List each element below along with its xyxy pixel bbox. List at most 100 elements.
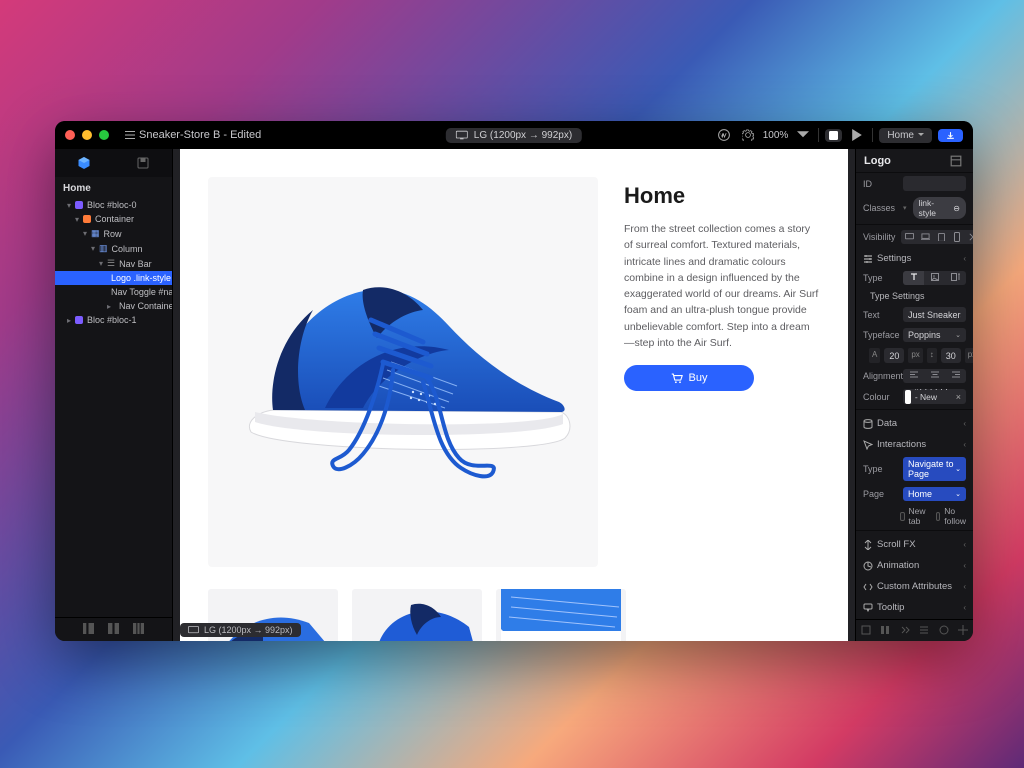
titlebar: Sneaker-Store B - Edited LG (1200px → 99… <box>55 121 973 149</box>
visibility-desktop-icon[interactable] <box>902 231 916 243</box>
interaction-type-dropdown[interactable]: Navigate to Page⌄ <box>903 457 966 481</box>
logo-text-input[interactable] <box>903 307 966 322</box>
monitor-icon <box>188 626 199 634</box>
assets-tab-icon[interactable] <box>134 154 152 172</box>
tree-section-label: Home <box>55 177 172 198</box>
minimize-window-button[interactable] <box>82 130 92 140</box>
animation-section[interactable]: Animation ‹ <box>856 554 973 575</box>
visibility-label: Visibility <box>863 232 895 242</box>
tree-container[interactable]: ▾Container <box>55 212 172 226</box>
tree-bloc-1[interactable]: ▸Bloc #bloc-1 <box>55 313 172 327</box>
cart-icon <box>671 373 683 384</box>
page-canvas[interactable]: Home From the street collection comes a … <box>180 149 848 641</box>
clear-colour-icon[interactable]: × <box>951 392 966 402</box>
preview-toggle[interactable] <box>825 129 842 142</box>
interaction-page-dropdown[interactable]: Home⌄ <box>903 487 966 501</box>
id-input[interactable] <box>903 176 966 191</box>
close-window-button[interactable] <box>65 130 75 140</box>
font-size-input[interactable] <box>884 348 904 363</box>
play-icon[interactable] <box>848 126 866 144</box>
visibility-mobile-icon[interactable] <box>950 231 964 243</box>
page-dropdown[interactable]: Home <box>879 128 932 143</box>
layout-icon-3[interactable] <box>133 623 144 637</box>
footer-icon-3[interactable] <box>900 625 910 637</box>
interaction-page-label: Page <box>863 489 897 499</box>
type-segmented <box>903 271 966 285</box>
tree-navbar[interactable]: ▾☰Nav Bar <box>55 256 172 271</box>
tree-row-item[interactable]: ▾▦Row <box>55 226 172 241</box>
footer-icon-4[interactable] <box>919 625 929 637</box>
newtab-checkbox[interactable] <box>900 512 905 521</box>
thumbnail-2[interactable] <box>352 589 482 641</box>
layout-icon-1[interactable] <box>83 623 94 637</box>
product-body-text: From the street collection comes a story… <box>624 221 820 351</box>
align-right-option[interactable] <box>945 369 966 383</box>
product-description: Home From the street collection comes a … <box>624 177 820 567</box>
footer-icon-5[interactable] <box>939 625 949 637</box>
code-icon <box>863 582 873 592</box>
footer-icon-1[interactable] <box>861 625 871 637</box>
product-main-image[interactable] <box>208 177 598 567</box>
tree-column[interactable]: ▾▥Column <box>55 241 172 256</box>
type-both-option[interactable] <box>945 271 966 285</box>
type-text-option[interactable] <box>903 271 924 285</box>
visibility-laptop-icon[interactable] <box>918 231 932 243</box>
visibility-tablet-icon[interactable] <box>934 231 948 243</box>
tree-nav-container[interactable]: ▸Nav Container <box>55 299 172 313</box>
visibility-hidden-icon[interactable] <box>966 231 973 243</box>
hamburger-icon[interactable] <box>121 126 139 144</box>
tree-nav-toggle[interactable]: Nav Toggle #nav-toggle <box>55 285 172 299</box>
class-chip[interactable]: link-style⊖ <box>913 197 966 219</box>
app-window: Sneaker-Store B - Edited LG (1200px → 99… <box>55 121 973 641</box>
canvas-area: Home From the street collection comes a … <box>173 149 855 641</box>
window-controls <box>65 130 109 140</box>
scrollfx-section[interactable]: Scroll FX ‹ <box>856 533 973 554</box>
font-size-icon: A <box>869 348 880 363</box>
breakpoint-selector[interactable]: LG (1200px → 992px) <box>446 128 582 143</box>
data-section[interactable]: Data ‹ <box>856 412 973 433</box>
line-height-input[interactable] <box>941 348 961 363</box>
line-height-icon: ↕ <box>927 348 937 363</box>
chevron-down-icon[interactable]: ▾ <box>903 204 907 212</box>
tree-logo[interactable]: Logo .link-style <box>55 271 172 285</box>
layout-icon-2[interactable] <box>108 623 119 637</box>
zoom-label[interactable]: 100% <box>763 130 789 141</box>
layers-panel: Home ▾Bloc #bloc-0 ▾Container ▾▦Row ▾▥Co… <box>55 149 173 641</box>
typeface-label: Typeface <box>863 330 897 340</box>
align-left-option[interactable] <box>903 369 924 383</box>
line-height-unit[interactable]: px <box>965 348 973 363</box>
interactions-section[interactable]: Interactions ‹ <box>856 433 973 454</box>
chevron-left-icon: ‹ <box>963 440 966 449</box>
maximize-window-button[interactable] <box>99 130 109 140</box>
tooltip-section[interactable]: Tooltip ‹ <box>856 596 973 617</box>
typeface-dropdown[interactable]: Poppins⌄ <box>903 328 966 342</box>
titlebar-right: 100% Home <box>715 126 963 144</box>
thumbnail-3[interactable] <box>496 589 626 641</box>
type-image-option[interactable] <box>924 271 945 285</box>
inspector-menu-icon[interactable] <box>947 152 965 170</box>
type-label: Type <box>863 273 897 283</box>
blocks-tab-icon[interactable] <box>75 154 93 172</box>
visibility-toggles <box>901 230 973 244</box>
canvas-breakpoint-badge[interactable]: LG (1200px → 992px) <box>180 623 301 637</box>
settings-section[interactable]: Settings ‹ <box>856 247 973 268</box>
font-size-unit[interactable]: px <box>908 348 922 363</box>
footer-icon-6[interactable] <box>958 625 968 637</box>
tree-bloc-0[interactable]: ▾Bloc #bloc-0 <box>55 198 172 212</box>
nofollow-checkbox[interactable] <box>936 512 941 521</box>
align-center-option[interactable] <box>924 369 945 383</box>
buy-button[interactable]: Buy <box>624 365 754 391</box>
gear-icon[interactable] <box>739 126 757 144</box>
wordpress-icon[interactable] <box>715 126 733 144</box>
left-footer <box>55 617 172 641</box>
colour-swatch-field[interactable]: #FFFFFF - New Swatch × <box>903 389 966 404</box>
publish-button[interactable] <box>938 129 963 142</box>
tooltip-icon <box>863 603 873 613</box>
database-icon <box>863 419 873 429</box>
inspector-footer <box>856 619 973 641</box>
type-settings-label: Type Settings <box>870 291 925 301</box>
custom-attributes-section[interactable]: Custom Attributes ‹ <box>856 575 973 596</box>
chevron-left-icon: ‹ <box>963 254 966 263</box>
chevron-down-icon[interactable] <box>794 126 812 144</box>
footer-icon-2[interactable] <box>880 625 890 637</box>
